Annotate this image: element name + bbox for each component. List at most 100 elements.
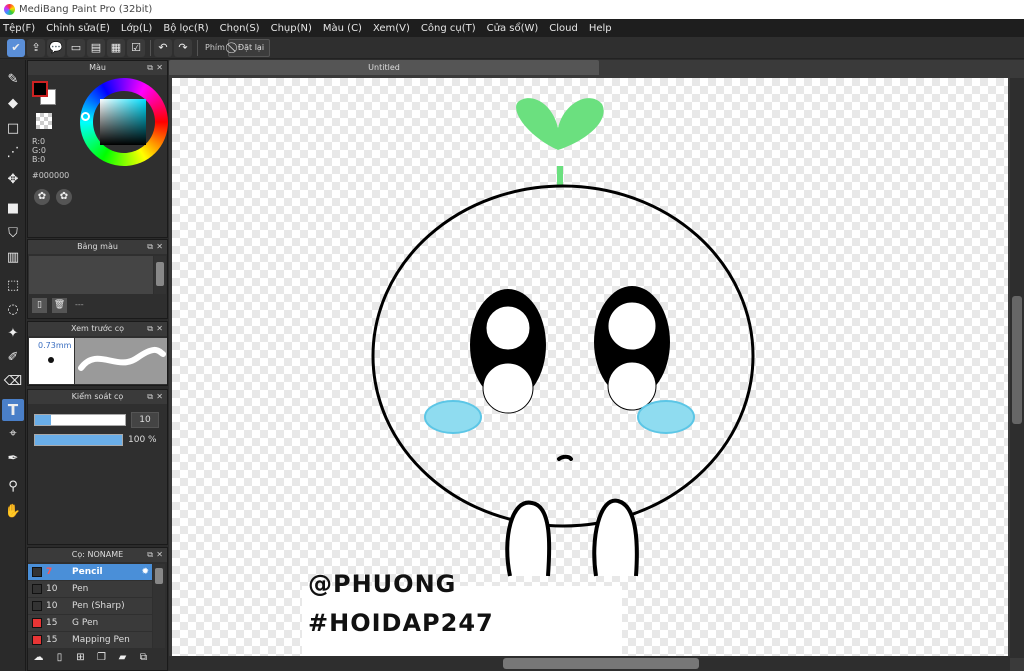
- palette-swatches-area[interactable]: [29, 256, 153, 294]
- speech-bubble-icon[interactable]: 💬: [47, 38, 65, 57]
- rectangle-tool-icon[interactable]: □: [2, 117, 24, 139]
- new-palette-icon[interactable]: ▯: [32, 298, 47, 313]
- brush-list-item[interactable]: 15 G Pen: [28, 615, 152, 631]
- cloud-check-icon[interactable]: ✔: [7, 38, 25, 57]
- undock-icon[interactable]: ⧉: [147, 548, 153, 562]
- hue-handle[interactable]: [81, 112, 90, 121]
- menu-tools[interactable]: Công cụ(T): [421, 23, 476, 34]
- select-pen-tool-icon[interactable]: ✐: [2, 346, 24, 368]
- document-tab[interactable]: Untitled: [169, 60, 599, 75]
- eyedropper-tool-icon[interactable]: ⚲: [2, 475, 24, 497]
- reset-button[interactable]: ⃠ Đặt lại: [227, 38, 271, 57]
- transparent-color-swatch[interactable]: [36, 113, 52, 129]
- add-brush-icon[interactable]: ⊞: [72, 652, 89, 667]
- foreground-color-swatch[interactable]: [32, 81, 48, 97]
- horizontal-scrollbar[interactable]: [169, 656, 1010, 671]
- brush-tool-icon[interactable]: ✎: [2, 68, 24, 90]
- vertical-scroll-thumb[interactable]: [1012, 296, 1022, 424]
- brush-list-item[interactable]: 10 Pen (Sharp): [28, 598, 152, 614]
- brush-size-input[interactable]: 10: [131, 412, 159, 428]
- brush-size-slider[interactable]: [34, 414, 126, 426]
- page-icon[interactable]: ▤: [87, 38, 105, 57]
- saturation-value-square[interactable]: [100, 99, 146, 145]
- export-icon[interactable]: ⇪: [27, 38, 45, 57]
- menu-view[interactable]: Xem(V): [373, 23, 410, 34]
- brush-list-scrollbar[interactable]: [153, 564, 165, 648]
- brush-list-item[interactable]: 7 Pencil ✹: [28, 564, 152, 580]
- checklist-icon[interactable]: ☑: [127, 38, 145, 57]
- gradient-tool-icon[interactable]: ▥: [2, 246, 24, 268]
- signature-line-2: #HOIDAP247: [308, 609, 494, 637]
- toolbar: ✔ ⇪ 💬 ▭ ▤ ▦ ☑ ↶ ↷ Phím ⃠ Đặt lại: [0, 37, 1024, 59]
- close-icon[interactable]: ✕: [156, 240, 163, 254]
- hand-tool-icon[interactable]: ✋: [2, 500, 24, 522]
- menu-window[interactable]: Cửa sổ(W): [487, 23, 539, 34]
- brush-list-item[interactable]: 10 Pen: [28, 581, 152, 597]
- undock-icon[interactable]: ⧉: [147, 322, 153, 336]
- close-icon[interactable]: ✕: [156, 548, 163, 562]
- undock-icon[interactable]: ⧉: [147, 390, 153, 404]
- right-eye-highlight-top: [607, 301, 657, 351]
- close-icon[interactable]: ✕: [156, 322, 163, 336]
- menu-file[interactable]: Tệp(F): [3, 23, 35, 34]
- brush-size: 7: [46, 567, 53, 577]
- sprout-leaves: [516, 98, 604, 150]
- fill-rectangle-tool-icon[interactable]: ■: [2, 197, 24, 219]
- left-eye-highlight-top: [485, 305, 531, 351]
- comment-icon[interactable]: ▭: [67, 38, 85, 57]
- new-brush-icon[interactable]: ▯: [51, 652, 68, 667]
- color-panel-header: Màu ⧉ ✕: [28, 61, 167, 75]
- brush-list-item[interactable]: 15 Mapping Pen: [28, 632, 152, 648]
- green-value: G:0: [32, 146, 46, 155]
- close-icon[interactable]: ✕: [156, 61, 163, 75]
- trash-icon[interactable]: 🗑: [52, 298, 67, 313]
- folder-icon[interactable]: ▰: [114, 652, 131, 667]
- reset-label: Đặt lại: [237, 43, 265, 52]
- undock-icon[interactable]: ⧉: [147, 240, 153, 254]
- brush-list-header: Cọ: NONAME ⧉ ✕: [28, 548, 167, 562]
- undock-icon[interactable]: ⧉: [147, 61, 153, 75]
- select-eraser-tool-icon[interactable]: ⌫: [2, 370, 24, 392]
- close-icon[interactable]: ✕: [156, 390, 163, 404]
- text-tool-icon[interactable]: T: [2, 399, 24, 421]
- menu-edit[interactable]: Chỉnh sửa(E): [46, 23, 110, 34]
- toolbar-separator: [150, 39, 151, 56]
- eraser-tool-icon[interactable]: ◆: [2, 92, 24, 114]
- copy-brush-icon[interactable]: ❐: [93, 652, 110, 667]
- menu-help[interactable]: Help: [589, 23, 612, 34]
- undo-icon[interactable]: ↶: [154, 38, 172, 57]
- menu-color[interactable]: Màu (C): [323, 23, 362, 34]
- palette-scrollbar[interactable]: [154, 256, 166, 294]
- dot-line-tool-icon[interactable]: ⋰: [2, 141, 24, 163]
- brush-list-panel: Cọ: NONAME ⧉ ✕ 7 Pencil ✹ 10 Pen 10 Pen (Sharp…: [27, 547, 168, 671]
- panel-layout-icon[interactable]: ▦: [107, 38, 125, 57]
- move-tool-icon[interactable]: ✥: [2, 168, 24, 190]
- brush-cloud-icon[interactable]: ☁: [30, 652, 47, 667]
- bucket-tool-icon[interactable]: ⛉: [2, 222, 24, 244]
- lasso-tool-icon[interactable]: ◌: [2, 298, 24, 320]
- left-eye-highlight-bottom: [482, 362, 534, 414]
- gear-icon[interactable]: ✹: [141, 567, 149, 577]
- brush-color-swatch: [32, 567, 42, 577]
- divide-tool-icon[interactable]: ✒: [2, 447, 24, 469]
- operation-tool-icon[interactable]: ⌖: [2, 422, 24, 444]
- palette-icon[interactable]: ✿: [34, 189, 50, 205]
- menu-layer[interactable]: Lớp(L): [121, 23, 152, 34]
- window-title: MediBang Paint Pro (32bit): [19, 4, 153, 15]
- drawing-canvas[interactable]: @PHUONG #HOIDAP247: [172, 78, 1008, 656]
- palette-settings-icon[interactable]: ✿: [56, 189, 72, 205]
- magic-wand-tool-icon[interactable]: ✦: [2, 322, 24, 344]
- shortcut-label: Phím: [205, 43, 225, 52]
- horizontal-scroll-thumb[interactable]: [503, 658, 699, 669]
- vertical-scrollbar[interactable]: [1010, 78, 1024, 658]
- brush-size-text: 0.73mm: [38, 341, 72, 350]
- menu-filter[interactable]: Bộ lọc(R): [163, 23, 208, 34]
- menu-snap[interactable]: Chụp(N): [271, 23, 312, 34]
- brush-opacity-slider[interactable]: [34, 434, 123, 446]
- menu-cloud[interactable]: Cloud: [549, 23, 578, 34]
- brush-color-swatch: [32, 601, 42, 611]
- redo-icon[interactable]: ↷: [174, 38, 192, 57]
- select-rect-tool-icon[interactable]: ⬚: [2, 274, 24, 296]
- duplicate-icon[interactable]: ⧉: [135, 652, 152, 667]
- menu-select[interactable]: Chọn(S): [220, 23, 260, 34]
